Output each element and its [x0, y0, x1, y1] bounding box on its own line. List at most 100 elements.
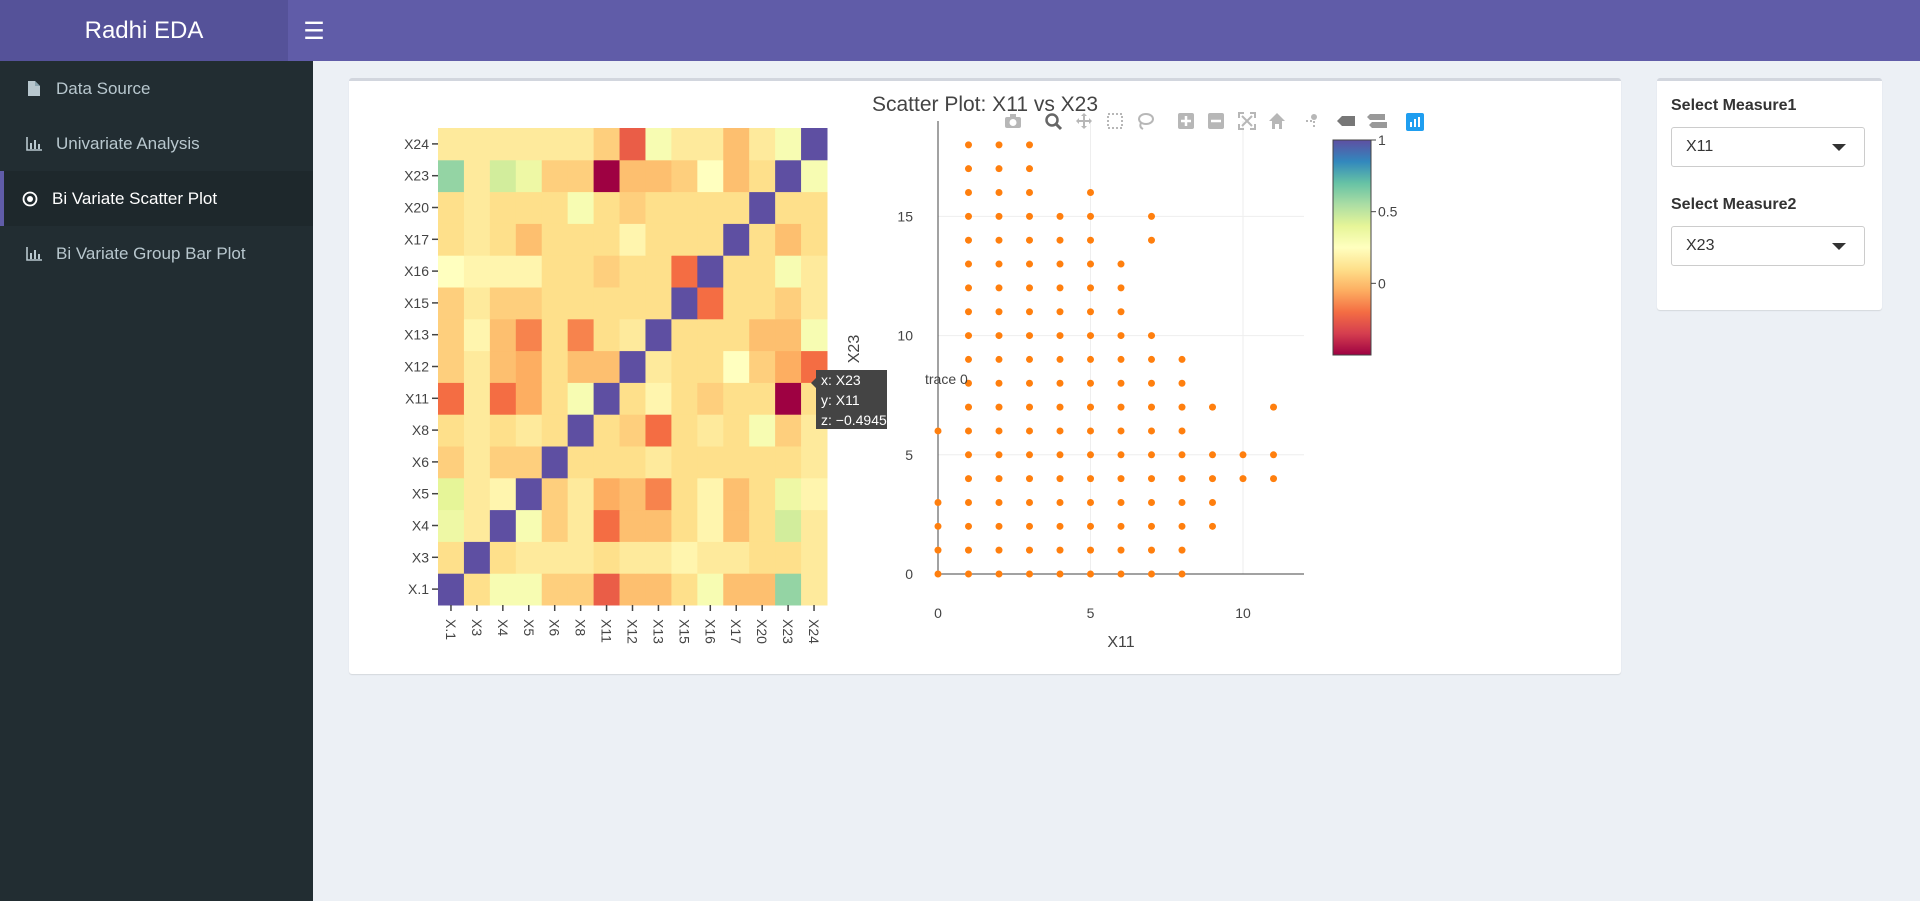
scatter-point[interactable] [1026, 236, 1033, 244]
scatter-point[interactable] [965, 403, 972, 411]
heatmap-cell[interactable] [489, 350, 517, 383]
heatmap-cell[interactable] [593, 318, 621, 352]
scatter-point[interactable] [1026, 570, 1033, 578]
scatter-point[interactable] [1026, 546, 1033, 554]
scatter-point[interactable] [1087, 522, 1094, 530]
heatmap-cell[interactable] [489, 382, 517, 415]
scatter-point[interactable] [995, 546, 1003, 554]
scatter-point[interactable] [995, 212, 1003, 220]
heatmap-cell[interactable] [723, 223, 750, 256]
scatter-point[interactable] [1178, 379, 1186, 387]
heatmap-cell[interactable] [775, 128, 802, 161]
heatmap-cell[interactable] [723, 382, 750, 415]
scatter-point[interactable] [1117, 570, 1125, 578]
scatter-point[interactable] [965, 522, 972, 530]
scatter-point[interactable] [1026, 427, 1033, 435]
heatmap-cell[interactable] [515, 223, 543, 256]
scatter-point[interactable] [1148, 451, 1155, 459]
scatter-point[interactable] [1026, 308, 1033, 316]
scatter-point[interactable] [995, 189, 1003, 197]
zoom-icon[interactable] [1045, 113, 1063, 131]
zoom-in-icon[interactable] [1178, 113, 1194, 129]
heatmap-cell[interactable] [489, 477, 517, 511]
heatmap-cell[interactable] [567, 350, 595, 383]
heatmap-cell[interactable] [567, 414, 595, 447]
heatmap-cell[interactable] [775, 318, 802, 352]
scatter-point[interactable] [1026, 379, 1033, 387]
heatmap-cell[interactable] [515, 573, 543, 606]
heatmap-cell[interactable] [723, 318, 750, 352]
heatmap-cell[interactable] [723, 414, 750, 447]
scatter-point[interactable] [1209, 498, 1216, 506]
heatmap-cell[interactable] [567, 477, 595, 511]
heatmap-cell[interactable] [645, 477, 672, 511]
heatmap-cell[interactable] [541, 350, 569, 383]
heatmap-cell[interactable] [463, 287, 491, 320]
sidebar-item-univariate-analysis[interactable]: Univariate Analysis [0, 116, 313, 171]
scatter-point[interactable] [1056, 212, 1064, 220]
heatmap-cell[interactable] [801, 128, 828, 161]
scatter-point[interactable] [995, 332, 1003, 340]
scatter-point[interactable] [995, 379, 1003, 387]
heatmap-cell[interactable] [515, 128, 543, 161]
heatmap-cell[interactable] [515, 255, 543, 288]
heatmap-cell[interactable] [438, 159, 465, 193]
heatmap-cell[interactable] [438, 318, 465, 352]
heatmap-cell[interactable] [723, 287, 750, 320]
scatter-point[interactable] [995, 308, 1003, 316]
scatter-point[interactable] [1117, 284, 1125, 292]
heatmap-cell[interactable] [489, 318, 517, 352]
heatmap-cell[interactable] [645, 573, 672, 606]
scatter-point[interactable] [1026, 189, 1033, 197]
heatmap-cell[interactable] [801, 287, 828, 320]
scatter-point[interactable] [1148, 475, 1155, 483]
sidebar-toggle-icon[interactable]: ☰ [299, 17, 329, 45]
heatmap-cell[interactable] [619, 573, 646, 606]
heatmap-cell[interactable] [775, 573, 802, 606]
scatter-point[interactable] [1056, 546, 1064, 554]
heatmap-cell[interactable] [749, 255, 776, 288]
heatmap-cell[interactable] [645, 223, 672, 256]
heatmap-cell[interactable] [567, 541, 595, 574]
heatmap-cell[interactable] [619, 382, 646, 415]
scatter-point[interactable] [1178, 403, 1186, 411]
hover-compare-icon[interactable] [1367, 114, 1387, 128]
heatmap-cell[interactable] [697, 191, 724, 224]
heatmap-cell[interactable] [671, 477, 698, 511]
scatter-point[interactable] [965, 236, 972, 244]
scatter-point[interactable] [965, 165, 972, 173]
scatter-point[interactable] [1270, 451, 1277, 459]
heatmap-cell[interactable] [515, 541, 543, 574]
scatter-point[interactable] [1026, 212, 1033, 220]
scatter-point[interactable] [1178, 570, 1186, 578]
heatmap-cell[interactable] [775, 223, 802, 256]
heatmap-cell[interactable] [749, 446, 776, 479]
heatmap-cell[interactable] [593, 446, 621, 479]
heatmap-cell[interactable] [749, 159, 776, 193]
scatter-point[interactable] [995, 236, 1003, 244]
heatmap-cell[interactable] [697, 541, 724, 574]
heatmap-cell[interactable] [541, 128, 569, 161]
measure2-select[interactable]: X23 [1671, 226, 1865, 266]
heatmap-cell[interactable] [489, 287, 517, 320]
scatter-point[interactable] [965, 332, 972, 340]
heatmap-cell[interactable] [671, 509, 698, 542]
heatmap-cell[interactable] [723, 573, 750, 606]
heatmap-cell[interactable] [723, 350, 750, 383]
heatmap-cell[interactable] [697, 573, 724, 606]
scatter-point[interactable] [1087, 498, 1094, 506]
heatmap-cell[interactable] [489, 159, 517, 193]
heatmap-cell[interactable] [619, 509, 646, 542]
correlation-heatmap[interactable] [438, 128, 828, 606]
heatmap-cell[interactable] [438, 287, 465, 320]
heatmap-cell[interactable] [671, 128, 698, 161]
scatter-point[interactable] [1178, 475, 1186, 483]
heatmap-cell[interactable] [489, 446, 517, 479]
heatmap-cell[interactable] [541, 318, 569, 352]
scatter-point[interactable] [995, 260, 1003, 268]
scatter-point[interactable] [1117, 522, 1125, 530]
heatmap-cell[interactable] [463, 128, 491, 161]
scatter-point[interactable] [1026, 165, 1033, 173]
heatmap-cell[interactable] [801, 255, 828, 288]
heatmap-cell[interactable] [801, 573, 828, 606]
